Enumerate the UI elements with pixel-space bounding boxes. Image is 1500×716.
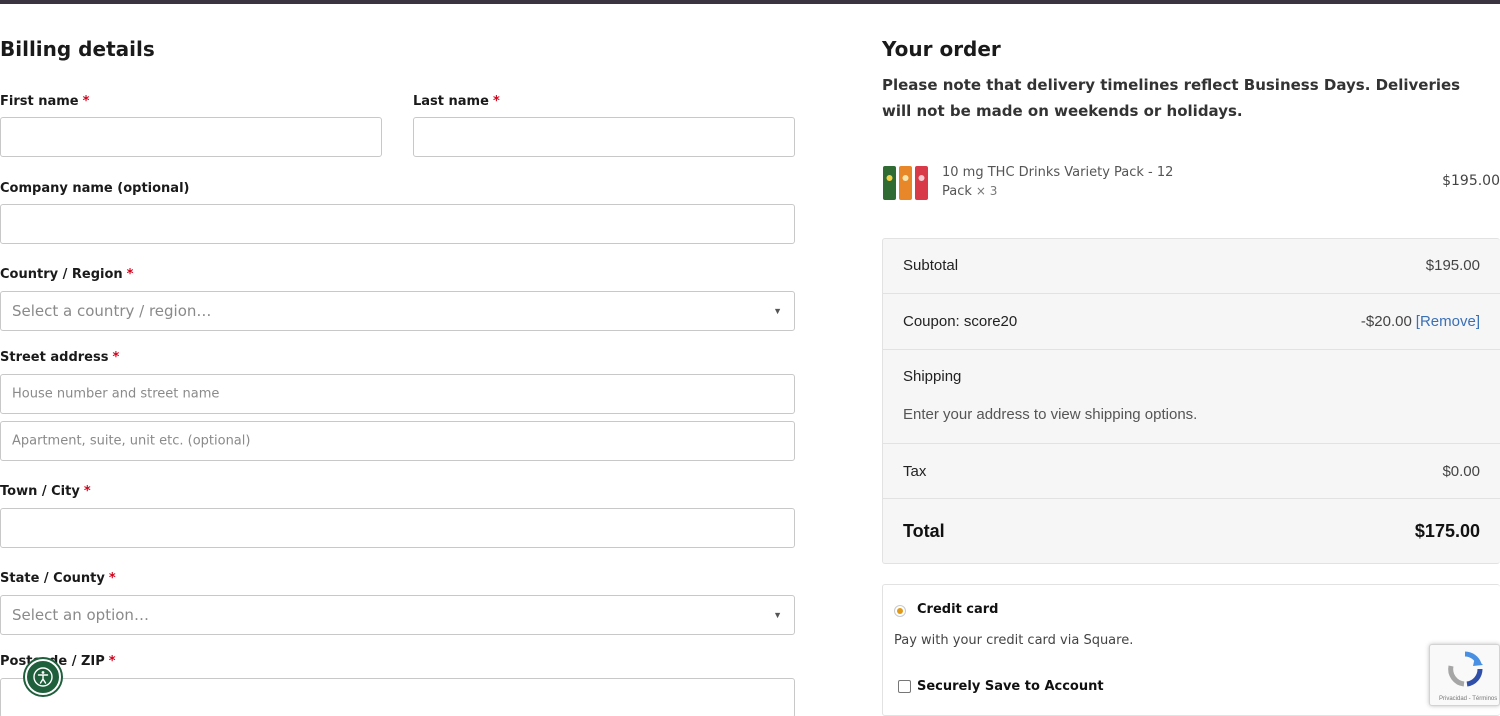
- company-name-input[interactable]: [0, 204, 795, 244]
- last-name-label: Last name *: [413, 94, 500, 109]
- dropdown-caret-icon: ▼: [773, 610, 782, 620]
- country-select-placeholder: Select a country / region…: [12, 302, 212, 320]
- street-address-line2-input[interactable]: Apartment, suite, unit etc. (optional): [0, 421, 795, 461]
- order-title: Your order: [882, 37, 1001, 61]
- last-name-input[interactable]: [413, 117, 795, 157]
- country-label: Country / Region *: [0, 267, 134, 282]
- first-name-input[interactable]: [0, 117, 382, 157]
- payment-methods-box: Credit card Pay with your credit card vi…: [882, 584, 1500, 716]
- street-address-label: Street address *: [0, 350, 120, 365]
- subtotal-value: $195.00: [1425, 257, 1480, 274]
- state-county-select[interactable]: Select an option… ▼: [0, 595, 795, 635]
- product-quantity: × 3: [975, 184, 998, 198]
- accessibility-icon: [33, 667, 53, 687]
- product-name: 10 mg THC Drinks Variety Pack - 12 Pack ×…: [942, 165, 1174, 199]
- delivery-note: Please note that delivery timelines refl…: [882, 76, 1461, 120]
- street-address-line1-placeholder: House number and street name: [12, 386, 220, 402]
- billing-details-section: Billing details First name * Last name * C…: [0, 0, 800, 716]
- tax-value: $0.00: [1442, 463, 1480, 480]
- billing-title: Billing details: [0, 37, 155, 61]
- dropdown-caret-icon: ▼: [773, 306, 782, 316]
- shipping-note: Enter your address to view shipping opti…: [903, 406, 1198, 423]
- subtotal-row: Subtotal $195.00: [883, 239, 1500, 294]
- recaptcha-badge[interactable]: Privacidad - Términos: [1429, 644, 1500, 706]
- town-city-input[interactable]: [0, 508, 795, 548]
- coupon-row: Coupon: score20 -$20.00 [Remove]: [883, 294, 1500, 350]
- recaptcha-text: Privacidad - Términos: [1439, 696, 1498, 702]
- postcode-input[interactable]: [0, 678, 795, 716]
- save-to-account-label[interactable]: Securely Save to Account: [917, 679, 1104, 694]
- state-select-placeholder: Select an option…: [12, 606, 149, 624]
- recaptcha-icon: [1448, 651, 1483, 687]
- remove-coupon-link[interactable]: [Remove]: [1416, 313, 1480, 330]
- credit-card-label[interactable]: Credit card: [917, 602, 998, 617]
- tax-label: Tax: [903, 463, 927, 480]
- coupon-label: Coupon: score20: [903, 313, 1018, 330]
- save-to-account-checkbox[interactable]: [898, 680, 911, 693]
- accessibility-button[interactable]: [25, 659, 61, 695]
- shipping-label: Shipping: [903, 368, 962, 385]
- subtotal-label: Subtotal: [903, 257, 959, 274]
- first-name-label: First name *: [0, 94, 90, 109]
- total-row: Total $175.00: [883, 499, 1500, 564]
- coupon-value: -$20.00 [Remove]: [1360, 313, 1480, 330]
- credit-card-description: Pay with your credit card via Square.: [894, 633, 1134, 648]
- product-price: $195.00: [1442, 173, 1500, 189]
- street-address-line1-input[interactable]: House number and street name: [0, 374, 795, 414]
- total-value: $175.00: [1414, 521, 1480, 541]
- town-city-label: Town / City *: [0, 484, 91, 499]
- shipping-row: Shipping Enter your address to view ship…: [883, 350, 1500, 444]
- product-thumbnail: [882, 164, 930, 202]
- order-totals-table: Subtotal $195.00 Coupon: score20 -$20.00…: [882, 238, 1500, 564]
- total-label: Total: [903, 521, 945, 541]
- credit-card-radio[interactable]: [894, 605, 906, 617]
- country-select[interactable]: Select a country / region… ▼: [0, 291, 795, 331]
- state-county-label: State / County *: [0, 571, 116, 586]
- order-review-section: Your order Please note that delivery tim…: [882, 0, 1500, 716]
- company-name-label: Company name (optional): [0, 181, 190, 196]
- street-address-line2-placeholder: Apartment, suite, unit etc. (optional): [12, 433, 251, 449]
- tax-row: Tax $0.00: [883, 444, 1500, 499]
